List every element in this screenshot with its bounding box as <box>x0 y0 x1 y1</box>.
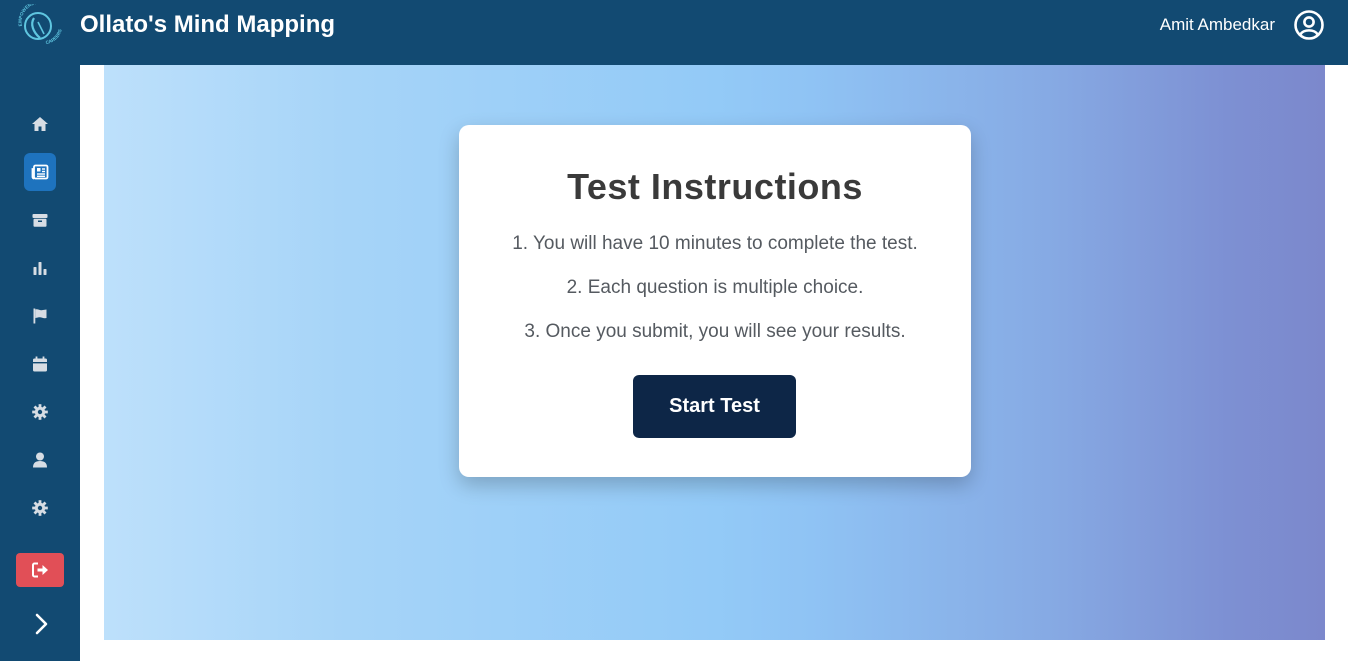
sidebar-item-calendar[interactable] <box>24 345 56 383</box>
home-icon <box>32 117 48 131</box>
instruction-item: 3. Once you submit, you will see your re… <box>524 321 906 342</box>
sidebar-item-profile[interactable] <box>24 441 56 479</box>
svg-text:CAREERS: CAREERS <box>45 29 63 46</box>
gear-icon <box>32 500 48 516</box>
sidebar-item-preferences[interactable] <box>24 489 56 527</box>
bar-chart-icon <box>33 262 47 275</box>
newspaper-icon <box>31 164 49 180</box>
sidebar-expand-button[interactable] <box>24 605 58 643</box>
flag-icon <box>33 308 47 324</box>
logout-icon <box>32 562 48 578</box>
sidebar-item-packages[interactable] <box>24 201 56 239</box>
instruction-item: 2. Each question is multiple choice. <box>566 277 864 298</box>
top-header: EMPOWERING CAREERS Ollato's Mind Mapping… <box>0 0 1348 65</box>
logo-icon: EMPOWERING CAREERS <box>17 4 63 46</box>
card-title: Test Instructions <box>567 166 863 207</box>
user-name[interactable]: Amit Ambedkar <box>1160 15 1275 35</box>
sidebar-item-reports[interactable] <box>24 249 56 287</box>
logout-button[interactable] <box>16 553 64 587</box>
logo-text-bottom: CAREERS <box>45 29 63 46</box>
user-icon <box>33 452 47 468</box>
logo-text-top: EMPOWERING <box>17 4 40 27</box>
box-icon <box>32 214 48 227</box>
calendar-icon <box>33 356 47 372</box>
app-title: Ollato's Mind Mapping <box>80 11 336 38</box>
svg-text:EMPOWERING: EMPOWERING <box>17 4 40 27</box>
start-test-button[interactable]: Start Test <box>633 375 796 438</box>
chevron-right-icon <box>35 613 48 635</box>
sidebar-item-flags[interactable] <box>24 297 56 335</box>
main-content: Test Instructions 1. You will have 10 mi… <box>104 65 1325 640</box>
instructions-card: Test Instructions 1. You will have 10 mi… <box>459 125 971 477</box>
user-circle-icon[interactable] <box>1293 9 1325 41</box>
instruction-item: 1. You will have 10 minutes to complete … <box>512 233 918 254</box>
gear-icon <box>32 404 48 420</box>
sidebar-item-settings[interactable] <box>24 393 56 431</box>
sidebar-item-tests[interactable] <box>24 153 56 191</box>
sidebar <box>0 65 80 661</box>
sidebar-item-home[interactable] <box>24 105 56 143</box>
